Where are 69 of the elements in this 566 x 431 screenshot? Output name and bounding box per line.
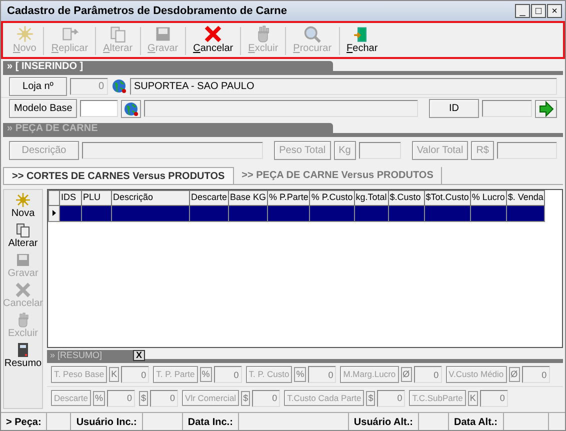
- side-button[interactable]: Resumo: [4, 342, 42, 369]
- window-title: Cadastro de Parâmetros de Desdobramento de Carne: [7, 4, 288, 19]
- column-header[interactable]: Descrição: [112, 190, 190, 205]
- unit-label: K: [109, 367, 120, 382]
- description-label: Descrição: [9, 140, 79, 160]
- column-header[interactable]: $Tot.Custo: [424, 190, 470, 205]
- unit-label: Ø: [400, 367, 412, 382]
- toolbar-button[interactable]: Cancelar: [187, 25, 240, 55]
- store-label: Loja nº: [9, 76, 67, 96]
- value-field[interactable]: 0: [214, 366, 242, 383]
- column-header[interactable]: IDS: [60, 190, 82, 205]
- value-field[interactable]: 0: [377, 390, 406, 406]
- column-header[interactable]: $. Venda: [506, 190, 545, 205]
- field-label: Descarte: [51, 390, 92, 406]
- column-header[interactable]: $.Custo: [388, 190, 424, 205]
- field-label: V.Custo Médio: [446, 366, 507, 383]
- maximize-button[interactable]: □: [531, 4, 546, 18]
- panel-header: » [RESUMO]: [47, 350, 133, 360]
- column-header[interactable]: % Lucro: [470, 190, 506, 205]
- close-button[interactable]: ×: [547, 4, 562, 18]
- close-button[interactable]: X: [133, 350, 145, 360]
- field-label: T. Peso Base: [51, 366, 108, 383]
- unit-label: %: [93, 390, 106, 406]
- status-label: Usuário Inc.:: [71, 413, 143, 430]
- field-label: T.C.SubParte: [409, 390, 466, 406]
- value-field[interactable]: 0: [414, 366, 442, 383]
- value-field[interactable]: 0: [480, 390, 508, 406]
- field-label: T.Custo Cada Parte: [284, 390, 364, 406]
- value-field[interactable]: 0: [150, 390, 178, 406]
- column-header[interactable]: % P.Custo: [310, 190, 354, 205]
- field-label: T. P. Custo: [246, 366, 292, 383]
- status-label: Data Inc.:: [182, 413, 239, 430]
- unit-label: Kg: [334, 140, 356, 160]
- unit-label: %: [200, 367, 212, 382]
- unit-label: Ø: [508, 367, 520, 382]
- unit-label: R$: [471, 140, 494, 160]
- value-field[interactable]: 0: [308, 366, 336, 383]
- value-field[interactable]: 0: [522, 366, 550, 383]
- column-header[interactable]: kg.Total: [354, 190, 388, 205]
- unit-label: $: [366, 390, 376, 406]
- side-button[interactable]: Nova: [11, 192, 35, 219]
- column-header[interactable]: PLU: [82, 190, 112, 205]
- value-field[interactable]: 0: [252, 390, 280, 406]
- status-label: Usuário Alt.:: [348, 413, 419, 430]
- total-weight-label: Peso Total: [274, 140, 331, 160]
- id-label: ID: [429, 99, 479, 118]
- side-button[interactable]: Alterar: [8, 222, 38, 249]
- unit-label: K: [468, 390, 478, 406]
- column-header[interactable]: Base KG: [228, 190, 268, 205]
- section-header: » [ INSERINDO ]: [3, 61, 333, 71]
- unit-label: $: [241, 390, 250, 406]
- tab[interactable]: >> CORTES DE CARNES Versus PRODUTOS: [3, 167, 234, 184]
- value-field[interactable]: 0: [107, 390, 136, 406]
- base-model-label: Modelo Base: [9, 99, 78, 118]
- store-name-field[interactable]: SUPORTEA - SAO PAULO: [130, 78, 557, 94]
- status-label: > Peça:: [1, 413, 48, 430]
- toolbar-button[interactable]: Fechar: [340, 25, 384, 55]
- value-field[interactable]: 0: [121, 366, 150, 383]
- field-label: T. P. Parte: [153, 366, 198, 383]
- column-header[interactable]: Descarte: [190, 190, 229, 205]
- total-value-label: Valor Total: [412, 140, 468, 160]
- field-label: Vlr Comercial: [182, 390, 240, 406]
- status-label: Data Alt.:: [448, 413, 504, 430]
- section-header: » PEÇA DE CARNE: [3, 123, 333, 133]
- field-label: M.Marg.Lucro: [340, 366, 399, 383]
- unit-label: %: [294, 367, 306, 382]
- minimize-button[interactable]: _: [515, 4, 530, 18]
- unit-label: $: [139, 390, 148, 406]
- column-header[interactable]: % P.Parte: [268, 190, 310, 205]
